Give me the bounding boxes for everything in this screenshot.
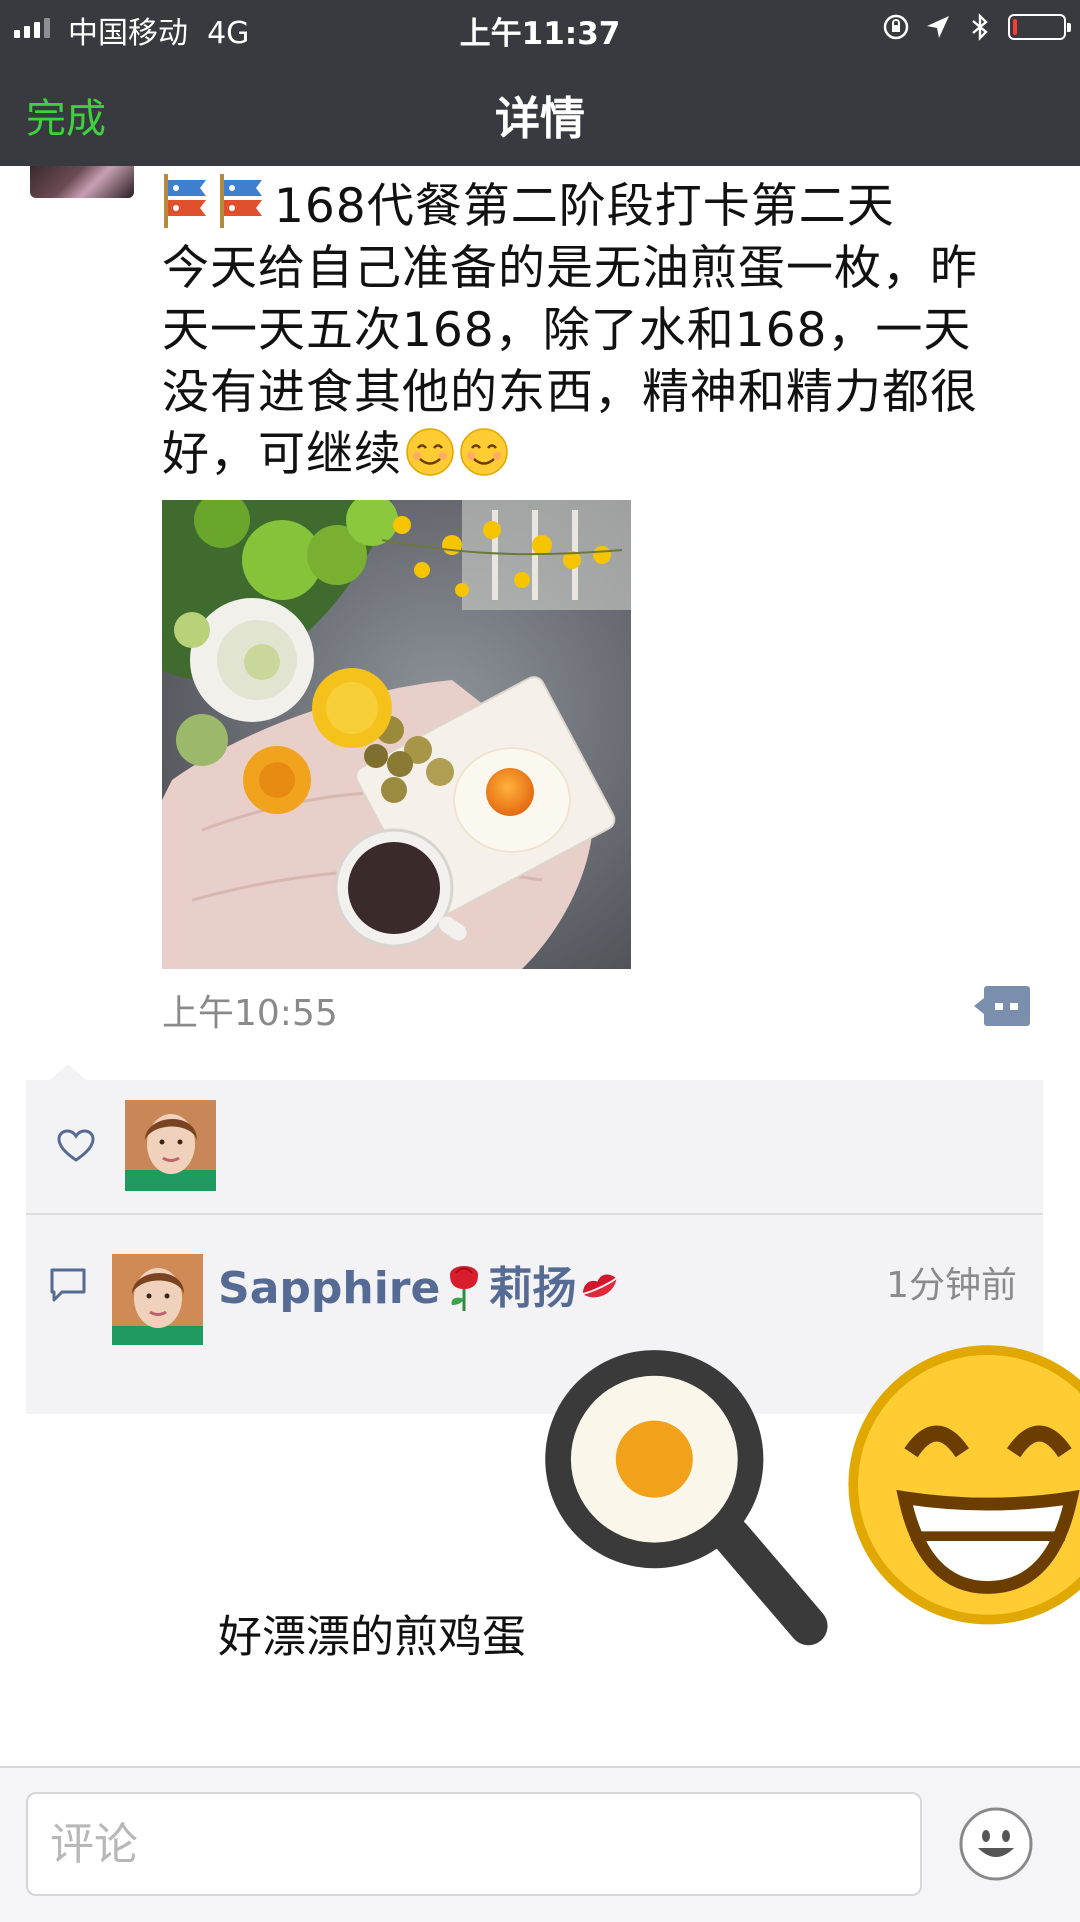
smiling-face-icon — [406, 428, 454, 476]
orientation-lock-icon — [883, 14, 909, 40]
comment-time: 1分钟前 — [886, 1265, 1017, 1306]
likes-row — [26, 1080, 1043, 1215]
magnifier-egg-icon — [545, 1350, 828, 1646]
bluetooth-icon — [972, 13, 988, 41]
rose-icon — [450, 1266, 479, 1311]
carp-streamer-flag-icon — [164, 174, 206, 228]
heart-icon — [57, 1129, 95, 1162]
like-box-notch — [50, 1064, 86, 1080]
battery-icon — [1008, 14, 1071, 40]
likes-comments-panel: Sapphire 莉扬 1分钟前 好漂漂的煎鸡蛋 — [26, 1080, 1080, 1663]
post-text: 168代餐第二阶段打卡第二天 今天给自己准备的是无油煎蛋一枚，昨 天一天五次16… — [162, 172, 1052, 486]
grinning-face-icon — [848, 1345, 1080, 1625]
comment-bar — [0, 1766, 1080, 1922]
post-photo[interactable] — [162, 500, 631, 969]
commenter-name[interactable]: Sapphire 莉扬 — [218, 1252, 624, 1316]
commenter-avatar[interactable] — [112, 1254, 203, 1345]
author-avatar[interactable] — [30, 166, 134, 198]
comment-more-button[interactable] — [972, 984, 1032, 1028]
liker-avatar[interactable] — [125, 1100, 216, 1191]
status-bar: 中国移动 4G 上午11:37 — [0, 0, 1080, 54]
post-line-5: 好，可继续 — [162, 424, 1052, 486]
kiss-mark-icon — [583, 1274, 617, 1298]
post-line-3: 天一天五次168，除了水和168，一天 — [162, 303, 972, 358]
top-bar: 中国移动 4G 上午11:37 完成 详情 — [0, 0, 1080, 166]
emoji-button[interactable] — [958, 1806, 1034, 1882]
comment-input[interactable] — [26, 1792, 922, 1896]
post-line-1: 168代餐第二阶段打卡第二天 — [162, 172, 1052, 238]
post-time: 上午10:55 — [162, 993, 338, 1034]
carp-streamer-flag-icon — [220, 174, 262, 228]
comment-text: 好漂漂的煎鸡蛋 — [218, 1318, 1080, 1665]
page-title: 详情 — [494, 92, 585, 145]
status-icons — [882, 12, 1071, 42]
post-line-2: 今天给自己准备的是无油煎蛋一枚，昨 — [162, 241, 978, 296]
post-line-4: 没有进食其他的东西，精神和精力都很 — [162, 365, 978, 420]
location-arrow-icon — [927, 16, 949, 38]
comment-icon — [50, 1268, 86, 1302]
smiling-face-icon — [460, 428, 508, 476]
